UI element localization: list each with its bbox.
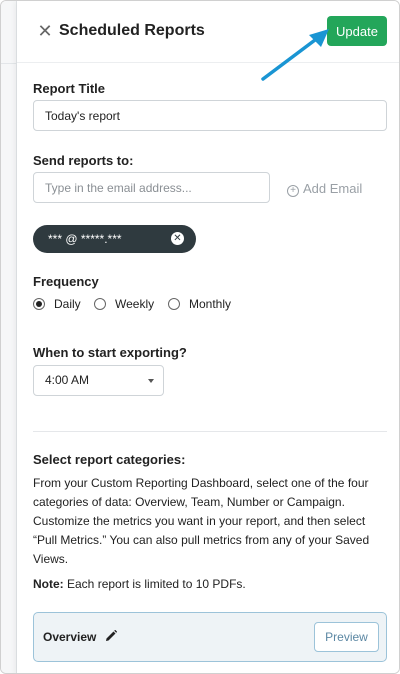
section-divider (33, 431, 387, 432)
radio-daily-label: Daily (54, 297, 81, 311)
preview-button[interactable]: Preview (314, 622, 379, 652)
close-icon[interactable]: ✕ (37, 21, 53, 41)
send-reports-label: Send reports to: (33, 153, 134, 168)
radio-weekly[interactable] (94, 298, 106, 310)
report-note: Note: Each report is limited to 10 PDFs. (33, 577, 246, 591)
note-text: Each report is limited to 10 PDFs. (63, 577, 246, 591)
add-email-button[interactable]: + Add Email (287, 181, 362, 197)
plus-circle-icon: + (287, 185, 299, 197)
radio-weekly-label: Weekly (115, 297, 155, 311)
report-title-input[interactable] (33, 100, 387, 131)
categories-description: From your Custom Reporting Dashboard, se… (33, 476, 370, 566)
email-chip: *** @ *****.*** ✕ (33, 225, 196, 253)
categories-label: Select report categories: (33, 452, 186, 467)
radio-monthly-label: Monthly (189, 297, 232, 311)
panel-title: Scheduled Reports (59, 22, 205, 39)
radio-daily[interactable] (33, 298, 45, 310)
start-exporting-label: When to start exporting? (33, 345, 187, 360)
note-label: Note: (33, 577, 64, 591)
report-title-label: Report Title (33, 81, 105, 96)
start-time-value: 4:00 AM (45, 373, 90, 387)
background-page (1, 1, 17, 673)
annotation-arrow-icon (261, 29, 329, 81)
scheduled-reports-panel: ✕ Scheduled Reports Update Report Title … (17, 1, 399, 673)
add-email-label: Add Email (303, 181, 363, 196)
panel-header: ✕ Scheduled Reports Update (17, 1, 399, 63)
email-input[interactable] (33, 172, 270, 203)
app-frame: ✕ Scheduled Reports Update Report Title … (0, 0, 400, 674)
card-title: Overview (43, 630, 97, 644)
remove-email-icon[interactable]: ✕ (171, 232, 184, 245)
email-chip-text: *** @ *****.*** (48, 232, 122, 246)
background-divider (1, 63, 17, 64)
radio-monthly[interactable] (168, 298, 180, 310)
frequency-label: Frequency (33, 274, 99, 289)
caret-down-icon (148, 379, 154, 383)
overview-card: Overview Preview (33, 612, 387, 662)
start-time-select[interactable]: 4:00 AM (33, 365, 164, 396)
pencil-icon[interactable] (105, 630, 117, 642)
